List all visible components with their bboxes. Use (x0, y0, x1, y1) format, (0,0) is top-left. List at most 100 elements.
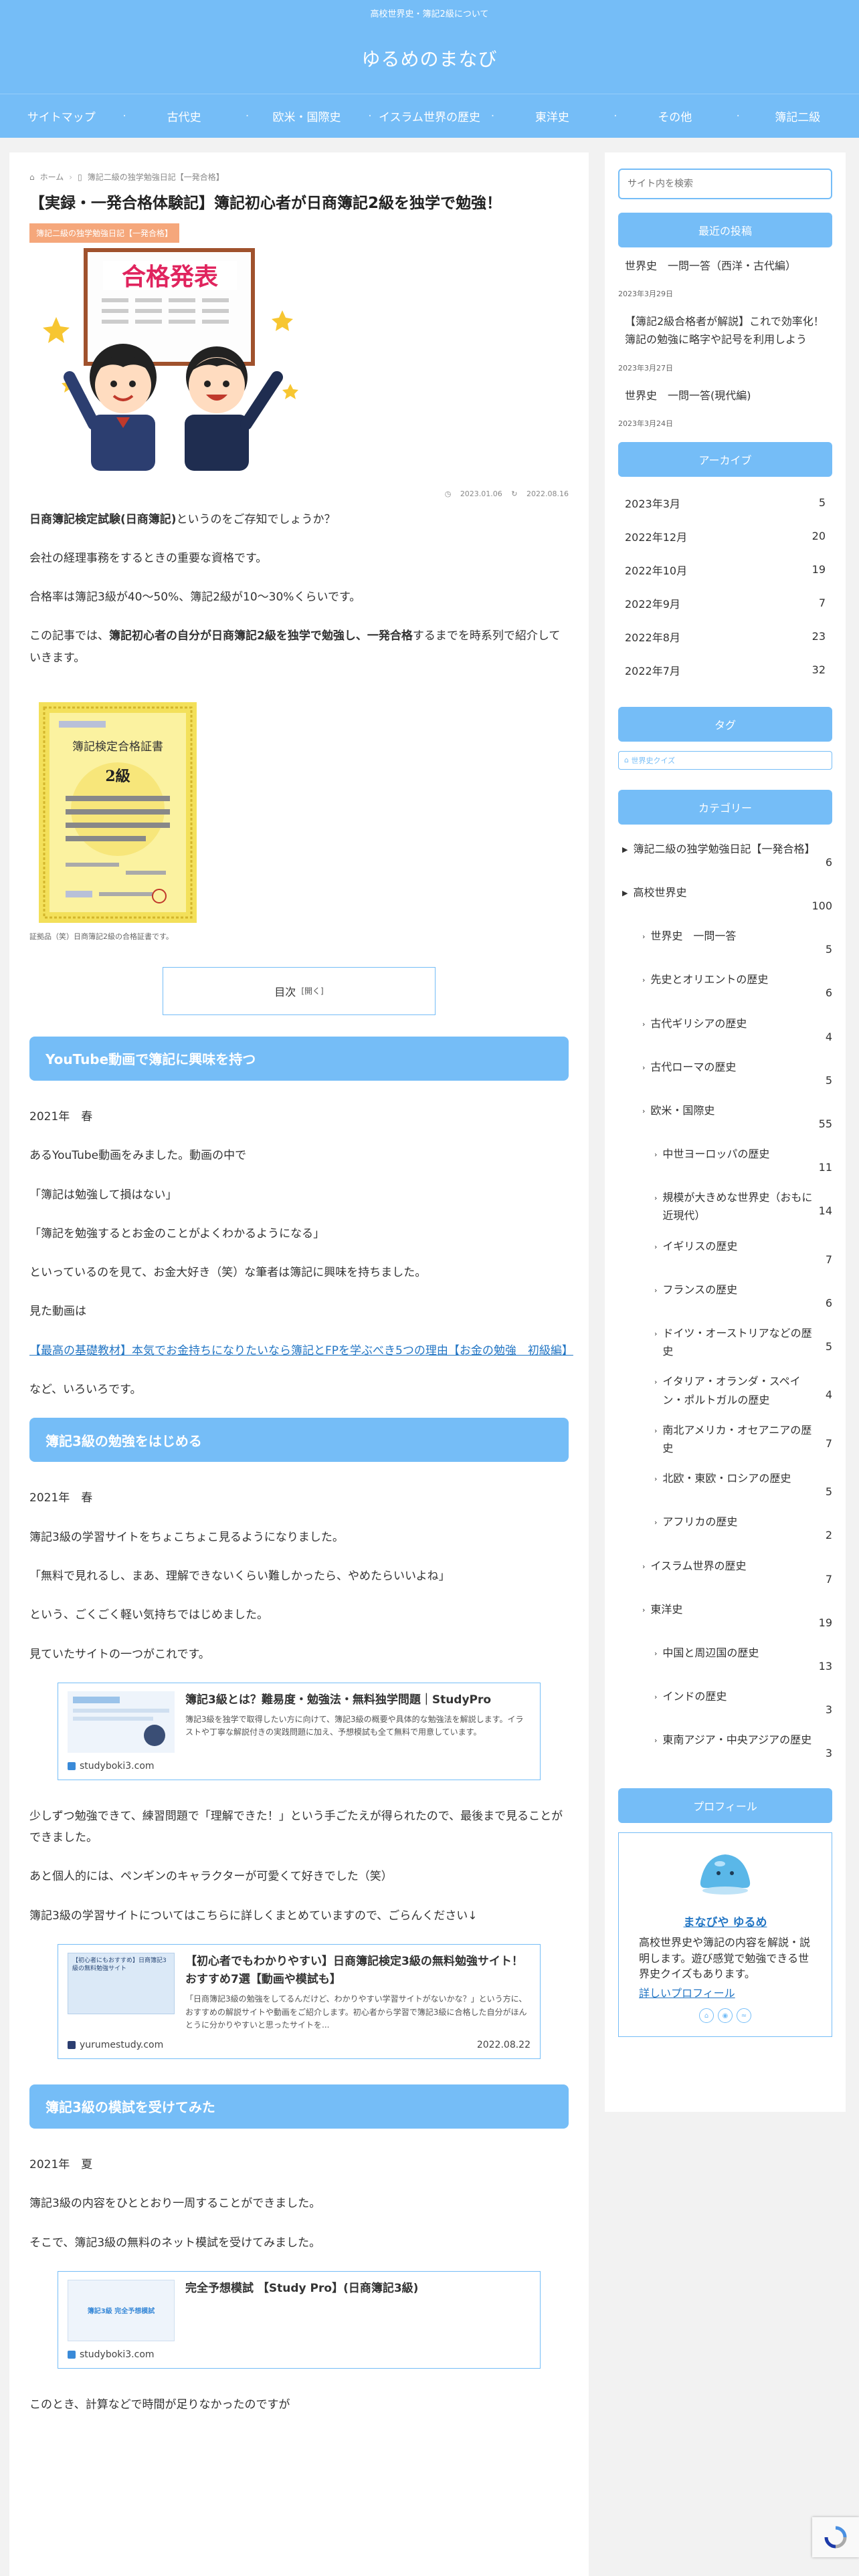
category-item-label: › 北欧・東欧・ロシアの歴史 (654, 1469, 791, 1489)
nav-item-boki2[interactable]: 簿記二級 (737, 94, 859, 138)
archive-list: 2023年3月 5 2022年12月 20 2022年10月 19 2022年9月 7 … (618, 486, 832, 687)
category-item-count: 3 (825, 1703, 832, 1717)
category-item[interactable]: › 南北アメリカ・オセアニアの歴史 7 (618, 1415, 832, 1463)
category-item-label: › イスラム世界の歴史 (642, 1557, 746, 1576)
category-item-count: 13 (818, 1659, 832, 1673)
chevron-right-icon: › (654, 1150, 658, 1160)
breadcrumb-home[interactable]: ホーム (40, 171, 64, 183)
recaptcha-icon (824, 2526, 847, 2549)
tag-icon: ⌂ (624, 756, 632, 765)
tag-item[interactable]: ⌂ 世界史クイズ (618, 750, 832, 770)
category-item[interactable]: › インドの歴史 3 (618, 1681, 832, 1725)
nav-item-eastern[interactable]: 東洋史 (491, 94, 613, 138)
chevron-right-icon: › (654, 1329, 658, 1338)
paragraph: 見ていたサイトの一つがこれです。 (29, 1647, 210, 1661)
pass-announcement-illustration: 合格発表 (43, 247, 298, 471)
category-item[interactable]: › 規模が大きめな世界史（おもに近現代） 14 (618, 1182, 832, 1230)
profile-card: まなびや ゆるめ 高校世界史や簿記の内容を解説・説明します。遊び感覚で勉強できる… (618, 1832, 832, 2037)
search-input[interactable] (628, 179, 823, 189)
recent-post-link[interactable]: 【簿記2級合格者が解説】これで効率化！簿記の勉強に略字や記号を利用しよう (618, 312, 832, 348)
blogcard-date: 2022.08.22 (476, 2039, 531, 2050)
category-item[interactable]: › 中国と周辺国の歴史 13 (618, 1638, 832, 1681)
blogcard-studypro[interactable]: 簿記3級とは？難易度・勉強法・無料独学問題｜StudyPro 簿記3級を独学で取… (58, 1682, 541, 1780)
global-nav: サイトマップ 古代史 欧米・国際史 イスラム世界の歴史 東洋史 その他 簿記二級 (0, 94, 859, 138)
eyecatch-image: 簿記二級の独学勉強日記【一発合格】 合格発表 (29, 223, 310, 477)
article-dates: ◷ 2023.01.06 ↻ 2022.08.16 (29, 490, 569, 498)
category-label[interactable]: 簿記二級の独学勉強日記【一発合格】 (29, 223, 180, 243)
archive-heading: アーカイブ (618, 441, 832, 477)
paragraph: 少しずつ勉強できて、練習問題で「理解できた！」という手ごたえが得られたので、最後… (29, 1809, 563, 1845)
blogcard-description: 「日商簿記3級の勉強をしてるんだけど、わかりやすい学習サイトがないかな？」という… (185, 1994, 527, 2030)
paragraph: という、ごくごく軽い気持ちではじめました。 (29, 1608, 268, 1622)
paragraph: 簿記3級の学習サイトをちょこちょこ見るようになりました。 (29, 1530, 344, 1544)
site-favicon-icon (68, 1761, 76, 1770)
archive-item[interactable]: 2022年7月 32 (618, 653, 832, 687)
main-content: ⌂ ホーム › ▯ 簿記二級の独学勉強日記【一発合格】 【実録・一発合格体験記】… (9, 152, 589, 2576)
category-item[interactable]: › 古代ローマの歴史 5 (618, 1052, 832, 1095)
category-item[interactable]: › 中世ヨーロッパの歴史 11 (618, 1139, 832, 1182)
breadcrumb-category[interactable]: 簿記二級の独学勉強日記【一発合格】 (88, 171, 224, 183)
certificate-caption: 証拠品（笑）日商簿記2級の合格証書です。 (29, 932, 173, 941)
category-item-label: › フランスの歴史 (654, 1281, 737, 1300)
category-item[interactable]: › 世界史 一問一答 5 (618, 921, 832, 964)
nav-item-western[interactable]: 欧米・国際史 (246, 94, 368, 138)
category-item[interactable]: › 古代ギリシアの歴史 4 (618, 1008, 832, 1052)
nav-item-ancient[interactable]: 古代史 (122, 94, 245, 138)
rss-icon[interactable]: ≈ (737, 2008, 751, 2023)
table-of-contents[interactable]: 目次 [開く] (163, 966, 436, 1015)
recent-post-date: 2023年3月24日 (618, 419, 673, 428)
category-item[interactable]: › イタリア・オランダ・スペイン・ポルトガルの歴史 4 (618, 1366, 832, 1414)
category-item[interactable]: › フランスの歴史 6 (618, 1275, 832, 1318)
certificate-grade: 2級 (105, 768, 130, 785)
toc-toggle[interactable]: [開く] (301, 985, 323, 996)
category-item-label: › 先史とオリエントの歴史 (642, 970, 768, 990)
paragraph: といっているのを見て、お金大好き（笑）な筆者は簿記に興味を持ちました。 (29, 1266, 427, 1280)
chevron-right-icon: › (654, 1285, 658, 1295)
chevron-right-icon: › (654, 1518, 658, 1527)
category-item[interactable]: › イギリスの歴史 7 (618, 1231, 832, 1275)
archive-item[interactable]: 2022年8月 23 (618, 620, 832, 653)
nav-item-islam[interactable]: イスラム世界の歴史 (368, 94, 490, 138)
archive-item[interactable]: 2022年10月 19 (618, 553, 832, 586)
blogcard-site: studyboki3.com (80, 2349, 155, 2360)
blogcard-yurumestudy[interactable]: 【初心者にもおすすめ】日商簿記3級の無料勉強サイト 【初心者でもわかりやすい】日… (58, 1944, 541, 2059)
category-item[interactable]: › 東洋史 19 (618, 1594, 832, 1638)
search-box[interactable] (618, 169, 832, 199)
paragraph: 「簿記は勉強して損はない」 (29, 1188, 177, 1202)
category-item[interactable]: › イスラム世界の歴史 7 (618, 1551, 832, 1594)
nav-item-sitemap[interactable]: サイトマップ (0, 94, 122, 138)
category-item[interactable]: ▶ 高校世界史 100 (618, 877, 832, 921)
profile-detail-link[interactable]: 詳しいプロフィール (639, 1984, 812, 2000)
profile-description: 高校世界史や簿記の内容を解説・説明します。遊び感覚で勉強できる世界史クイズもあり… (639, 1936, 811, 1980)
archive-item[interactable]: 2022年12月 20 (618, 520, 832, 553)
archive-item[interactable]: 2023年3月 5 (618, 486, 832, 520)
archive-item[interactable]: 2022年9月 7 (618, 586, 832, 620)
category-list: ▶ 簿記二級の独学勉強日記【一発合格】 6 ▶ 高校世界史 100 › 世界史 一問一答 5 › 先… (618, 834, 832, 1769)
category-item[interactable]: ▶ 簿記二級の独学勉強日記【一発合格】 6 (618, 834, 832, 877)
profile-name[interactable]: まなびや ゆるめ (639, 1913, 812, 1929)
recent-post-link[interactable]: 世界史 一問一答（西洋・古代編） (618, 257, 832, 275)
category-item-label: › ドイツ・オーストリアなどの歴史 (654, 1324, 814, 1360)
category-item[interactable]: › 北欧・東欧・ロシアの歴史 5 (618, 1463, 832, 1507)
recent-post-link[interactable]: 世界史 一問一答(現代編) (618, 387, 832, 405)
category-item-label: › インドの歴史 (654, 1687, 727, 1707)
home-icon[interactable]: ⌂ (699, 2008, 714, 2023)
category-item[interactable]: › 先史とオリエントの歴史 6 (618, 964, 832, 1008)
nav-item-other[interactable]: その他 (613, 94, 736, 138)
category-item-count: 11 (818, 1161, 832, 1174)
intro-paragraph-4: この記事では、簿記初心者の自分が日商簿記2級を独学で勉強し、一発合格するまでを時… (29, 629, 561, 665)
category-item[interactable]: › アフリカの歴史 2 (618, 1507, 832, 1550)
category-item[interactable]: › 欧米・国際史 55 (618, 1095, 832, 1139)
chevron-right-icon: › (642, 1106, 646, 1115)
paragraph: 簿記3級の学習サイトについてはこちらに詳しくまとめていますので、ごらんください↓ (29, 1909, 478, 1923)
feedly-icon[interactable]: ◉ (718, 2008, 733, 2023)
category-item-label: › 中世ヨーロッパの歴史 (654, 1145, 769, 1164)
category-item[interactable]: › 東南アジア・中央アジアの歴史 3 (618, 1725, 832, 1768)
youtube-video-link[interactable]: 【最高の基礎教材】本気でお金持ちになりたいなら簿記とFPを学ぶべき5つの理由【お… (29, 1344, 573, 1358)
recaptcha-badge[interactable] (812, 2517, 859, 2557)
intro-paragraph-2: 会社の経理事務をするときの重要な資格です。 (29, 551, 268, 565)
blogcard-mock-exam[interactable]: 簿記3級 完全予想模試 完全予想模試 【Study Pro】(日商簿記3級) s… (58, 2270, 541, 2369)
chevron-right-icon: › (642, 1019, 646, 1029)
site-title[interactable]: ゆるめのまなび (0, 45, 859, 72)
category-item[interactable]: › ドイツ・オーストリアなどの歴史 5 (618, 1318, 832, 1366)
